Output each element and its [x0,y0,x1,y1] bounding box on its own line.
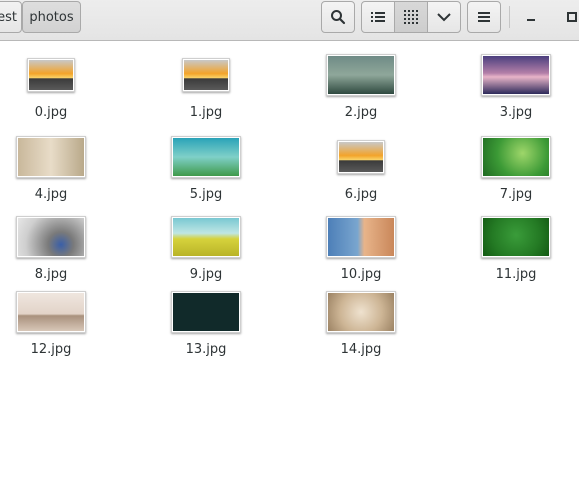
file-item[interactable]: 12.jpg [1,289,101,359]
file-name: 11.jpg [495,267,537,282]
file-name: 1.jpg [189,105,223,120]
file-item[interactable]: 8.jpg [1,214,101,284]
grid-view-button[interactable] [394,1,428,33]
hamburger-menu-icon [478,12,490,22]
list-view-icon [371,12,385,22]
image-file-icon [27,58,75,92]
file-name: 3.jpg [499,105,533,120]
image-thumbnail [171,291,241,333]
file-item[interactable]: 1.jpg [156,52,256,122]
image-thumbnail [16,136,86,178]
file-item[interactable]: 7.jpg [466,134,566,204]
image-thumbnail [16,291,86,333]
image-thumbnail [481,54,551,96]
image-thumbnail [326,54,396,96]
image-file-icon [337,140,385,174]
header-bar: test photos [0,0,579,41]
file-item[interactable]: 14.jpg [311,289,411,359]
image-thumbnail [326,291,396,333]
file-item[interactable]: 0.jpg [1,52,101,122]
search-icon [331,10,346,25]
maximize-icon [567,12,577,22]
file-name: 5.jpg [189,187,223,202]
file-name: 12.jpg [30,342,72,357]
minimize-icon [527,19,535,21]
maximize-button[interactable] [560,1,579,33]
image-thumbnail [326,216,396,258]
image-thumbnail [171,136,241,178]
file-name: 13.jpg [185,342,227,357]
breadcrumb-previous-label: test [0,9,17,25]
chevron-down-icon [437,13,451,22]
file-item[interactable]: 5.jpg [156,134,256,204]
breadcrumb-current[interactable]: photos [22,1,81,33]
file-name: 6.jpg [344,187,378,202]
breadcrumb-current-label: photos [29,9,74,25]
file-item[interactable]: 4.jpg [1,134,101,204]
image-file-icon [182,58,230,92]
list-view-button[interactable] [361,1,395,33]
file-item[interactable]: 9.jpg [156,214,256,284]
file-item[interactable]: 13.jpg [156,289,256,359]
view-options-button[interactable] [427,1,461,33]
image-thumbnail [171,216,241,258]
image-thumbnail [481,136,551,178]
file-item[interactable]: 6.jpg [311,134,411,204]
file-name: 0.jpg [34,105,68,120]
minimize-button[interactable] [519,1,543,33]
file-name: 8.jpg [34,267,68,282]
file-item[interactable]: 2.jpg [311,52,411,122]
file-item[interactable]: 11.jpg [466,214,566,284]
image-thumbnail [481,216,551,258]
file-name: 14.jpg [340,342,382,357]
file-grid: 0.jpg 1.jpg 2.jpg 3.jpg 4.jpg 5.jpg 6.jp… [0,42,579,490]
file-name: 9.jpg [189,267,223,282]
menu-button[interactable] [467,1,501,33]
file-name: 7.jpg [499,187,533,202]
image-thumbnail [16,216,86,258]
file-item[interactable]: 3.jpg [466,52,566,122]
grid-view-icon [404,10,418,24]
header-separator [509,6,510,28]
file-item[interactable]: 10.jpg [311,214,411,284]
search-button[interactable] [321,1,355,33]
file-name: 4.jpg [34,187,68,202]
file-name: 10.jpg [340,267,382,282]
breadcrumb-previous[interactable]: test [0,1,22,33]
file-name: 2.jpg [344,105,378,120]
